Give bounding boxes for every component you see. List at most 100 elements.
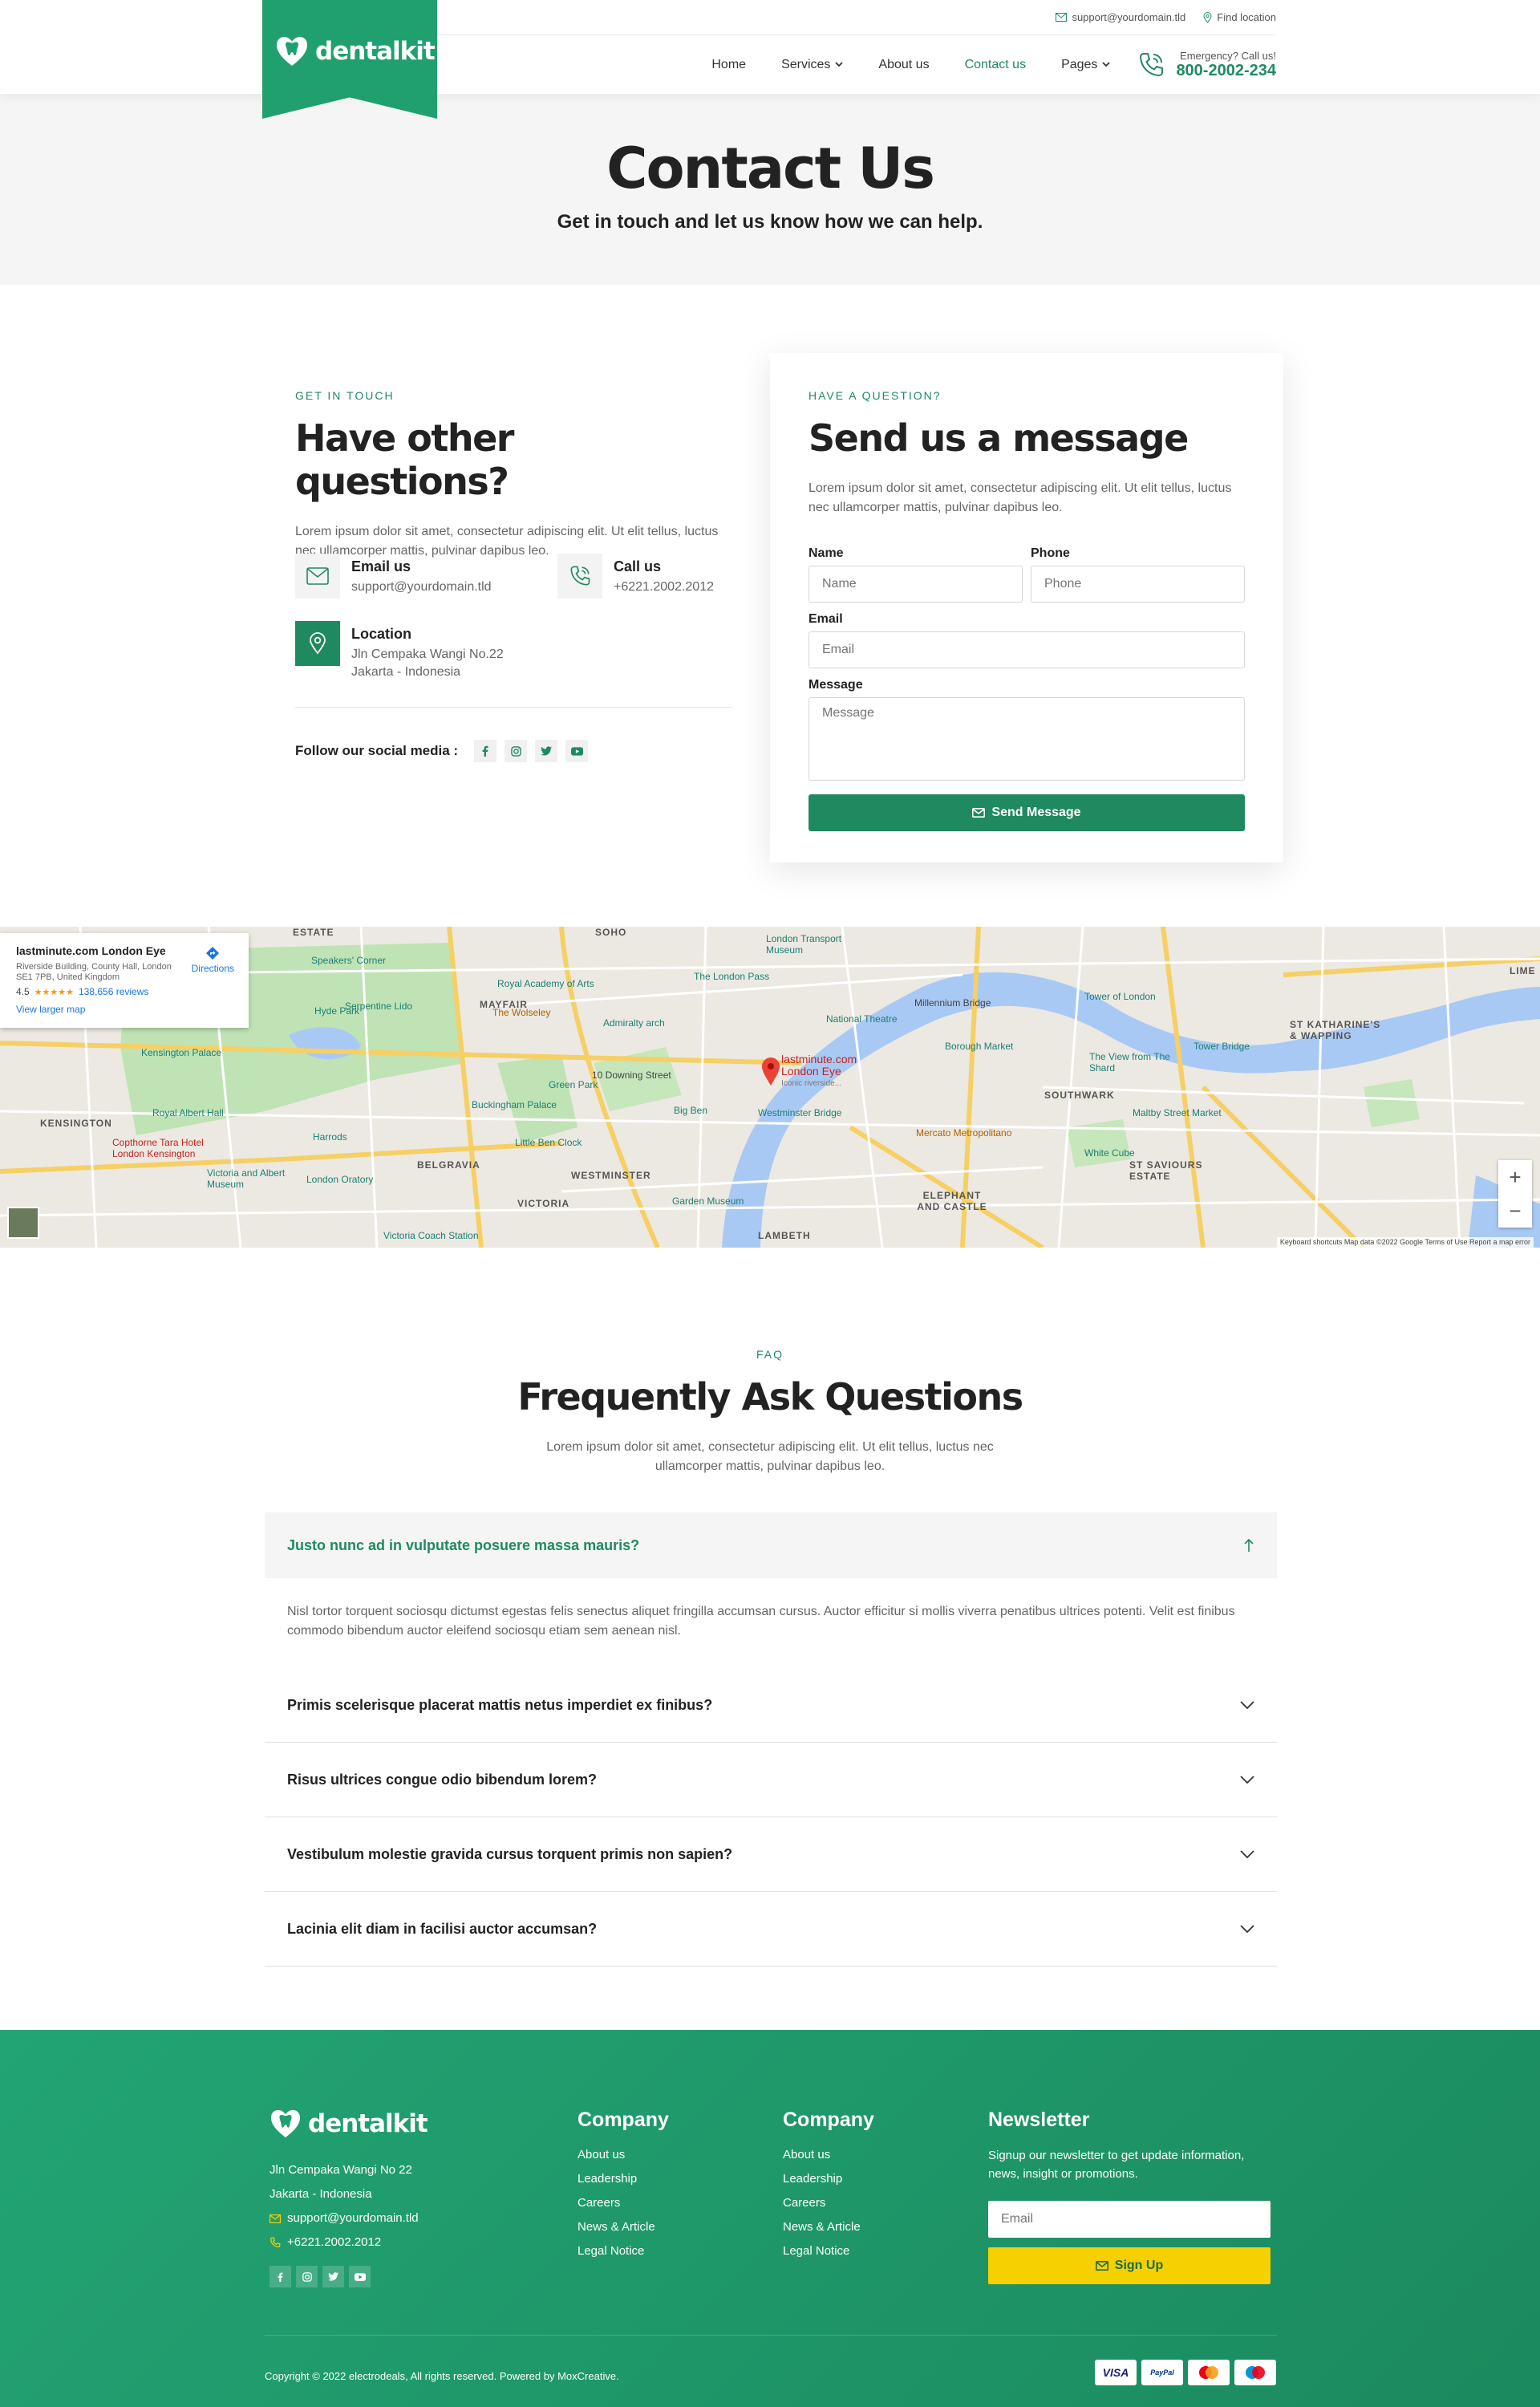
- nav-services[interactable]: Services: [781, 58, 844, 72]
- message-textarea[interactable]: [808, 697, 1245, 781]
- footer-link[interactable]: Leadership: [783, 2172, 874, 2186]
- nav-about[interactable]: About us: [878, 58, 929, 72]
- map-poi[interactable]: The Wolseley: [492, 1007, 550, 1018]
- footer-twitter-button[interactable]: [322, 2266, 344, 2287]
- footer-link[interactable]: Legal Notice: [783, 2244, 874, 2258]
- footer-link[interactable]: Careers: [783, 2196, 874, 2210]
- map-poi[interactable]: Westminster Bridge: [758, 1107, 841, 1118]
- zoom-out-button[interactable]: −: [1509, 1199, 1521, 1224]
- map-poi[interactable]: Tower of London: [1084, 991, 1156, 1002]
- footer-link[interactable]: Leadership: [578, 2172, 669, 2186]
- youtube-icon: [354, 2272, 366, 2281]
- map-area-label: LAMBETH: [758, 1230, 811, 1241]
- footer-facebook-button[interactable]: [270, 2266, 291, 2287]
- copyright-text: Copyright © 2022 electrodeals, All right…: [265, 2370, 619, 2382]
- map-poi[interactable]: Borough Market: [945, 1041, 1013, 1052]
- map-poi[interactable]: Admiralty arch: [603, 1017, 665, 1029]
- map-poi[interactable]: Copthorne Tara Hotel London Kensington: [112, 1137, 233, 1159]
- footer-link[interactable]: About us: [578, 2148, 669, 2161]
- faq-title: Frequently Ask Questions: [517, 1375, 1023, 1419]
- faq-question[interactable]: Primis scelerisque placerat mattis netus…: [265, 1668, 1277, 1742]
- faq-question[interactable]: Justo nunc ad in vulputate posuere massa…: [265, 1512, 1277, 1578]
- get-in-touch-section: GET IN TOUCH Have other questions? Lorem…: [295, 389, 732, 561]
- map-poi[interactable]: Royal Albert Hall: [152, 1107, 224, 1118]
- google-map[interactable]: ESTATE SOHO MAYFAIR KENSINGTON BELGRAVIA…: [0, 927, 1540, 1248]
- emergency-call[interactable]: Emergency? Call us! 800-2002-234: [1137, 50, 1276, 80]
- footer-link[interactable]: About us: [783, 2148, 874, 2161]
- map-poi[interactable]: White Cube: [1084, 1147, 1135, 1159]
- instagram-button[interactable]: [505, 740, 528, 762]
- map-poi[interactable]: 10 Downing Street: [592, 1070, 671, 1081]
- footer-company-column-2: Company About us Leadership Careers News…: [783, 2109, 874, 2268]
- email-input[interactable]: [808, 631, 1245, 668]
- map-poi[interactable]: Millennium Bridge: [914, 997, 991, 1009]
- map-area-label: BELGRAVIA: [417, 1159, 480, 1171]
- faq-item: Primis scelerisque placerat mattis netus…: [265, 1668, 1277, 1743]
- map-area-label: ST KATHARINE'S & WAPPING: [1290, 1019, 1381, 1041]
- call-value[interactable]: +6221.2002.2012: [614, 578, 714, 596]
- faq-question-text: Justo nunc ad in vulputate posuere massa…: [287, 1536, 640, 1553]
- map-pin-label[interactable]: lastminute.com London Eye Iconic riversi…: [781, 1053, 857, 1090]
- facebook-button[interactable]: [474, 740, 497, 762]
- name-input[interactable]: [808, 566, 1023, 603]
- map-poi[interactable]: Victoria and Albert Museum: [207, 1167, 295, 1190]
- footer-email[interactable]: support@yourdomain.tld: [270, 2206, 428, 2230]
- youtube-button[interactable]: [565, 740, 589, 762]
- location-icon-box: [295, 621, 340, 666]
- nav-contact[interactable]: Contact us: [965, 58, 1026, 72]
- map-poi[interactable]: The London Pass: [694, 971, 769, 982]
- twitter-button[interactable]: [535, 740, 558, 762]
- footer-link[interactable]: Careers: [578, 2196, 669, 2210]
- faq-question[interactable]: Risus ultrices congue odio bibendum lore…: [265, 1743, 1277, 1816]
- phone-input[interactable]: [1031, 566, 1245, 603]
- map-poi[interactable]: London Transport Museum: [766, 933, 862, 956]
- nav-home[interactable]: Home: [711, 58, 746, 72]
- view-larger-map-link[interactable]: View larger map: [16, 1004, 233, 1015]
- footer-phone[interactable]: +6221.2002.2012: [270, 2230, 428, 2255]
- map-poi[interactable]: Big Ben: [674, 1105, 707, 1116]
- map-poi[interactable]: The View from The Shard: [1089, 1051, 1177, 1074]
- directions-button[interactable]: Directions: [192, 946, 234, 974]
- topbar-location-text: Find location: [1217, 11, 1276, 23]
- map-poi[interactable]: London Oratory: [306, 1174, 373, 1185]
- logo[interactable]: dentalkit: [275, 35, 436, 67]
- topbar-location[interactable]: Find location: [1203, 11, 1276, 23]
- map-poi[interactable]: Buckingham Palace: [472, 1099, 557, 1110]
- footer-link[interactable]: News & Article: [578, 2220, 669, 2234]
- nav-label: Contact us: [964, 57, 1027, 71]
- map-poi[interactable]: Green Park: [549, 1079, 598, 1090]
- topbar-email[interactable]: support@yourdomain.tld: [1056, 11, 1185, 23]
- map-poi[interactable]: Garden Museum: [672, 1195, 744, 1207]
- map-poi[interactable]: Speakers' Corner: [311, 955, 386, 966]
- send-message-button[interactable]: Send Message: [808, 794, 1245, 831]
- nav-pages[interactable]: Pages: [1061, 58, 1111, 72]
- map-poi[interactable]: Mercato Metropolitano: [916, 1127, 1011, 1139]
- envelope-icon: [972, 808, 986, 818]
- form-title: Send us a message: [808, 416, 1189, 460]
- newsletter-email-input[interactable]: [988, 2201, 1270, 2238]
- footer-instagram-button[interactable]: [296, 2266, 318, 2287]
- footer-link[interactable]: Legal Notice: [578, 2244, 669, 2258]
- faq-question[interactable]: Vestibulum molestie gravida cursus torqu…: [265, 1817, 1277, 1891]
- map-poi[interactable]: Royal Academy of Arts: [497, 978, 594, 989]
- reviews-link[interactable]: 138,656 reviews: [79, 986, 148, 997]
- map-poi[interactable]: Tower Bridge: [1194, 1041, 1250, 1052]
- faq-question[interactable]: Lacinia elit diam in facilisi auctor acc…: [265, 1892, 1277, 1966]
- footer-logo[interactable]: dentalkit: [270, 2109, 428, 2139]
- email-value[interactable]: support@yourdomain.tld: [351, 578, 492, 596]
- map-zoom-controls: + −: [1498, 1160, 1532, 1228]
- map-poi[interactable]: Harrods: [313, 1131, 347, 1143]
- map-poi[interactable]: Victoria Coach Station: [383, 1230, 479, 1241]
- footer-youtube-button[interactable]: [349, 2266, 371, 2287]
- map-poi[interactable]: Maltby Street Market: [1133, 1107, 1222, 1118]
- map-poi[interactable]: Little Ben Clock: [515, 1137, 582, 1148]
- zoom-in-button[interactable]: +: [1509, 1165, 1521, 1190]
- footer-link[interactable]: News & Article: [783, 2220, 874, 2234]
- faq-question-text: Risus ultrices congue odio bibendum lore…: [287, 1771, 598, 1788]
- faq-answer: Nisl tortor torquent sociosqu dictumst e…: [287, 1605, 1235, 1638]
- map-poi[interactable]: Kensington Palace: [141, 1047, 221, 1058]
- newsletter-signup-button[interactable]: Sign Up: [988, 2247, 1270, 2284]
- emergency-phone[interactable]: 800-2002-234: [1176, 62, 1276, 80]
- map-poi[interactable]: National Theatre: [826, 1013, 898, 1025]
- map-poi[interactable]: Serpentine Lido: [345, 1001, 412, 1012]
